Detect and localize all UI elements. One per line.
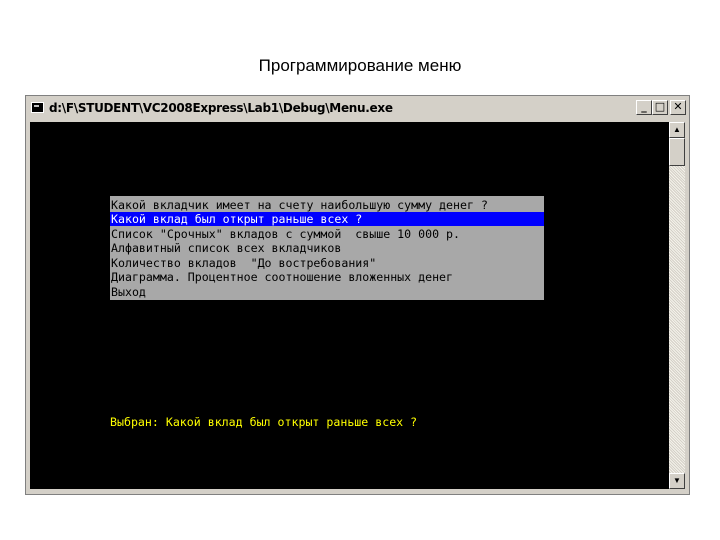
menu-item[interactable]: Какой вклад был открыт раньше всех ? (110, 212, 544, 226)
maximize-button[interactable]: □ (652, 100, 668, 115)
close-button[interactable]: ✕ (670, 100, 686, 115)
scroll-thumb[interactable] (669, 138, 685, 166)
menu-item[interactable]: Алфавитный список всех вкладчиков (110, 241, 544, 255)
scroll-down-button[interactable]: ▼ (669, 473, 685, 489)
console-app-icon[interactable] (31, 102, 44, 113)
scroll-up-button[interactable]: ▲ (669, 122, 685, 138)
menu-item[interactable]: Какой вкладчик имеет на счету наибольшую… (110, 198, 544, 212)
menu-item[interactable]: Список "Срочных" вкладов с суммой свыше … (110, 227, 544, 241)
menu-item[interactable]: Диаграмма. Процентное соотношение вложен… (110, 270, 544, 284)
status-line: Выбран: Какой вклад был открыт раньше вс… (110, 415, 418, 429)
menu-item[interactable]: Количество вкладов "До востребования" (110, 256, 544, 270)
minimize-button[interactable]: _ (636, 100, 652, 115)
window-title: d:\F\STUDENT\VC2008Express\Lab1\Debug\Me… (49, 101, 393, 115)
menu-box: Какой вкладчик имеет на счету наибольшую… (110, 196, 544, 300)
vertical-scrollbar[interactable]: ▲ ▼ (669, 122, 685, 489)
slide-title: Программирование меню (258, 56, 462, 75)
console-area[interactable]: Какой вкладчик имеет на счету наибольшую… (30, 122, 669, 489)
menu-item[interactable]: Выход (110, 285, 544, 299)
window-titlebar[interactable]: d:\F\STUDENT\VC2008Express\Lab1\Debug\Me… (28, 98, 687, 118)
console-window: d:\F\STUDENT\VC2008Express\Lab1\Debug\Me… (25, 95, 690, 495)
